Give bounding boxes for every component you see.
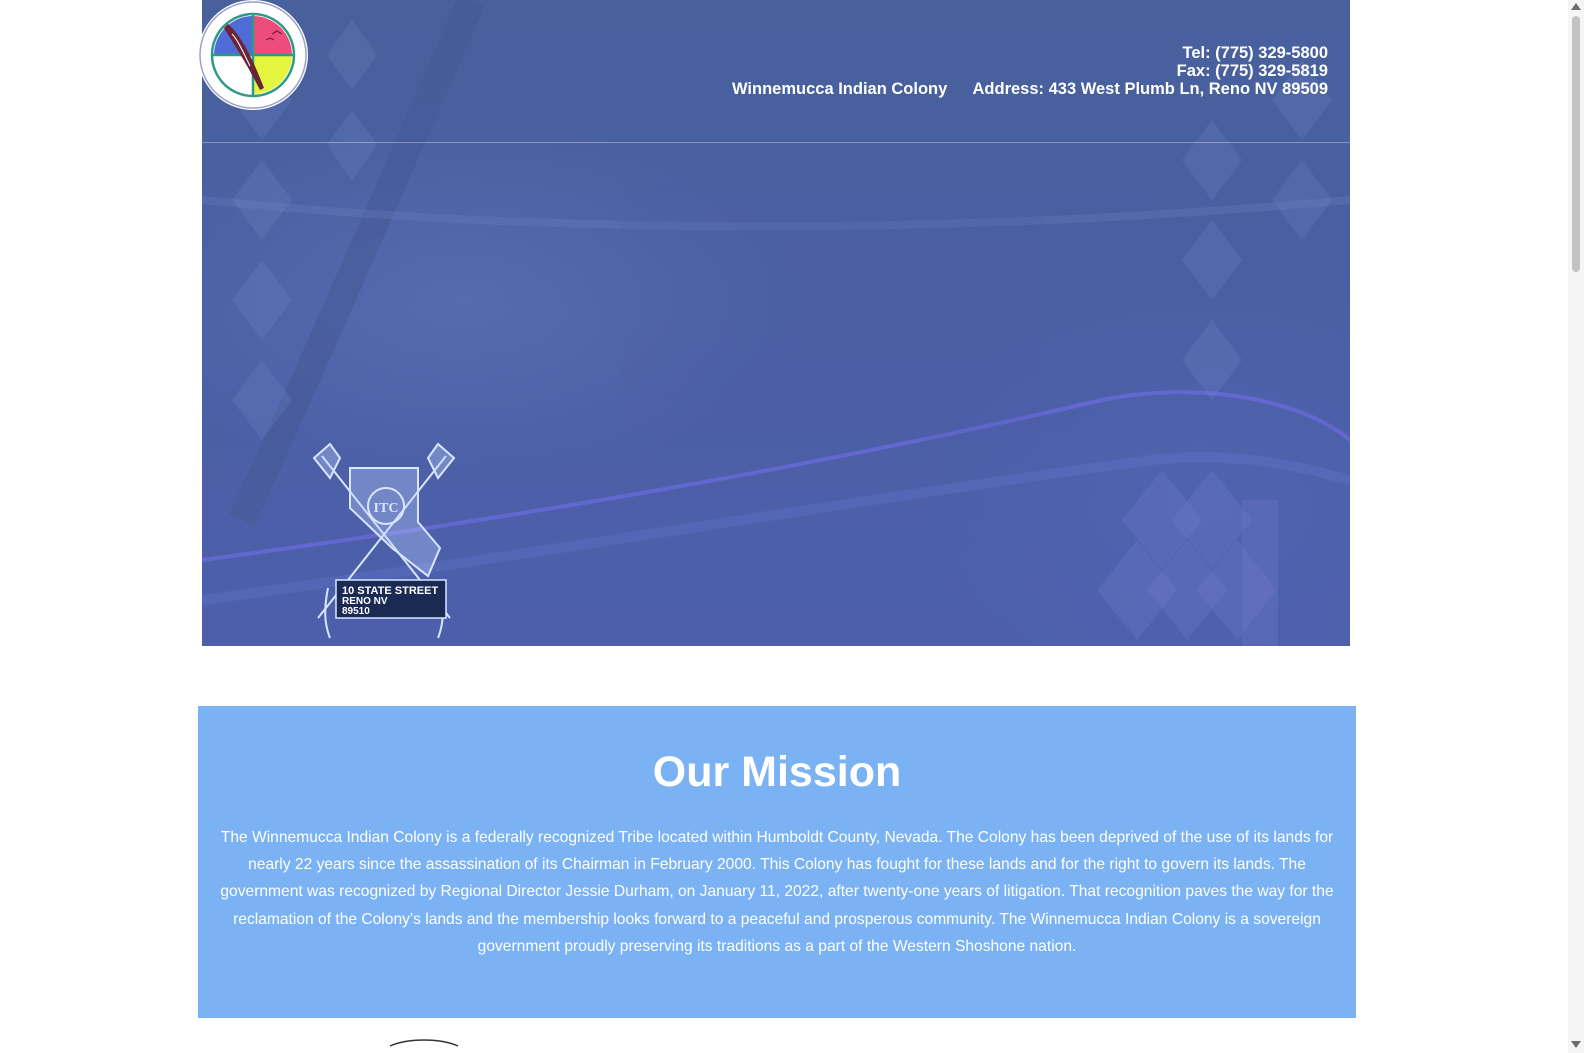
header-divider bbox=[202, 142, 1350, 143]
address: Address: 433 West Plumb Ln, Reno NV 8950… bbox=[972, 80, 1328, 98]
scroll-up-arrow-icon[interactable] bbox=[1571, 3, 1581, 10]
mission-text: The Winnemucca Indian Colony is a federa… bbox=[220, 829, 1334, 955]
seal-monogram: ITC bbox=[374, 501, 399, 516]
scroll-down-arrow-icon[interactable] bbox=[1571, 1041, 1581, 1048]
fax-number: Fax: (775) 329-5819 bbox=[1176, 62, 1328, 80]
colony-name: Winnemucca Indian Colony bbox=[732, 80, 948, 98]
mission-title: Our Mission bbox=[652, 748, 902, 796]
page-scrollbar[interactable] bbox=[1568, 0, 1584, 1053]
contact-info: Tel: (775) 329-5800 Fax: (775) 329-5819 … bbox=[973, 44, 1328, 98]
next-section-image-edge bbox=[389, 1039, 459, 1047]
phone-number[interactable]: Tel: (775) 329-5800 bbox=[973, 44, 1328, 62]
mission-section: Our Mission The Winnemucca Indian Colony… bbox=[198, 706, 1356, 1018]
seal-line-3: 89510 bbox=[342, 606, 370, 617]
tribal-council-seal-icon: ITC 10 STATE STREET RENO NV 89510 bbox=[312, 442, 456, 639]
tribal-emblem-icon bbox=[199, 1, 307, 109]
site-logo[interactable] bbox=[198, 0, 308, 110]
scrollbar-thumb[interactable] bbox=[1572, 16, 1580, 272]
